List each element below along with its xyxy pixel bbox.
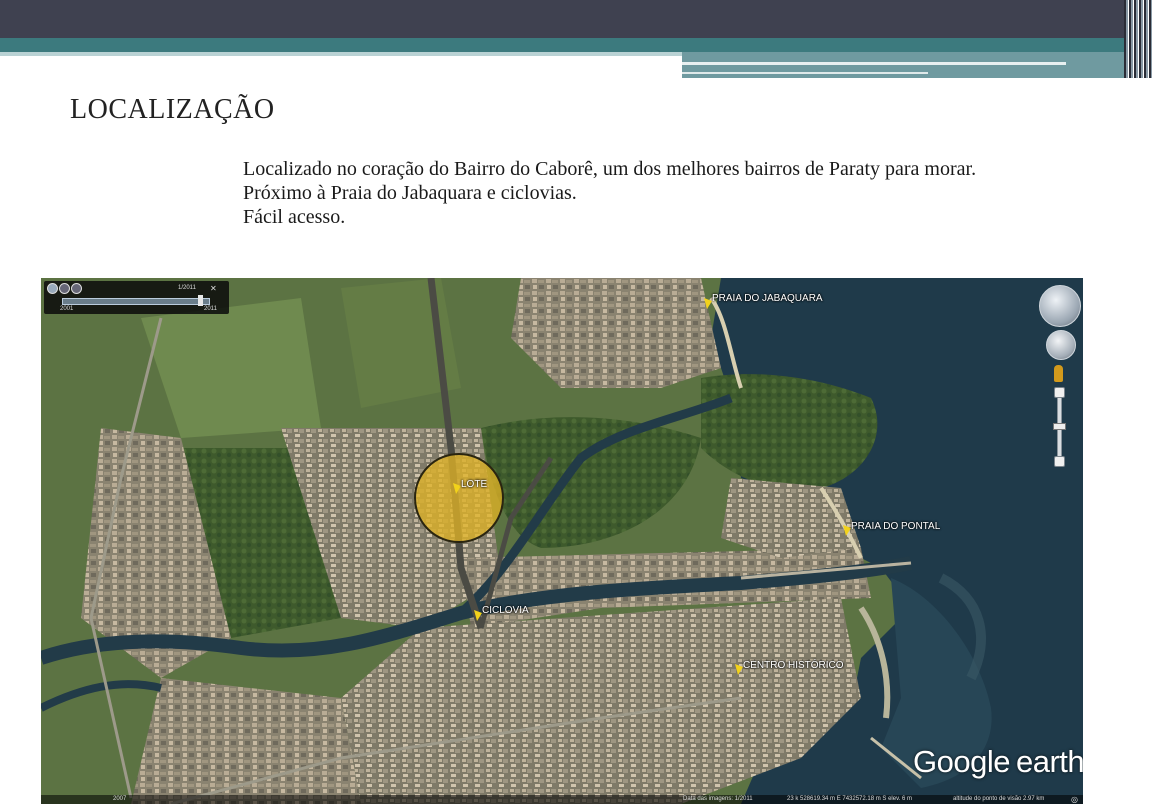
slider-thumb[interactable] (198, 295, 203, 306)
placemark-icon[interactable] (453, 483, 461, 494)
header-stripe (682, 62, 1066, 65)
label-lote[interactable]: LOTE (461, 479, 487, 490)
zoom-out-icon[interactable] (71, 283, 82, 294)
slider-end-year: 2011 (204, 306, 217, 312)
lot-highlight-circle (414, 453, 504, 543)
status-imagery-date: Data das imagens: 1/2011 (683, 796, 753, 802)
placemark-icon[interactable] (843, 525, 851, 536)
compass-icon[interactable] (1039, 285, 1081, 327)
label-ciclovia[interactable]: CICLOVIA (482, 605, 529, 616)
placemark-icon[interactable] (704, 298, 712, 309)
header-right-lines (1124, 0, 1152, 78)
status-year: 2007 (113, 796, 127, 802)
status-bar: 2007 Data das imagens: 1/2011 23 k 52861… (41, 795, 1083, 804)
header-teal-accent (682, 52, 1152, 78)
slide-body: Localizado no coração do Bairro do Cabor… (243, 157, 1093, 229)
zoom-in-icon[interactable] (59, 283, 70, 294)
zoom-knob[interactable] (1053, 423, 1066, 430)
header-teal-band (0, 38, 1152, 52)
brand-earth: earth (1015, 744, 1083, 779)
zoom-out-button[interactable] (1054, 456, 1065, 467)
brand-google: Google (913, 744, 1010, 779)
status-icon: ◎ (1071, 795, 1078, 804)
slide-title: LOCALIZAÇÃO (70, 94, 275, 125)
paragraph-nearby: Próximo à Praia do Jabaquara e ciclovias… (243, 182, 577, 204)
header-stripe-2 (682, 72, 928, 74)
zoom-in-button[interactable] (1054, 387, 1065, 398)
label-centro-historico[interactable]: CENTRO HISTÓRICO (743, 660, 844, 671)
placemark-icon[interactable] (735, 664, 743, 675)
paragraph-access: Fácil acesso. (243, 206, 346, 228)
slider-start-year: 2001 (60, 306, 74, 312)
globe-icon[interactable] (47, 283, 58, 294)
google-earth-logo: Google earth (913, 744, 1083, 780)
historical-imagery-slider[interactable]: 1/2011 ✕ 2001 2011 (44, 281, 229, 314)
pegman-icon[interactable] (1054, 365, 1063, 382)
header-light-line (0, 52, 682, 56)
slider-track[interactable] (62, 298, 210, 305)
close-icon[interactable]: ✕ (210, 284, 217, 293)
status-coords: 23 k 528619.34 m E 7432572.18 m S elev. … (787, 796, 912, 802)
map-imagery (41, 278, 1083, 804)
satellite-map[interactable]: 1/2011 ✕ 2001 2011 PRAIA DO JABAQUARA LO… (41, 278, 1083, 804)
paragraph-location: Localizado no coração do Bairro do Cabor… (243, 158, 977, 180)
look-icon[interactable] (1046, 330, 1076, 360)
label-praia-jabaquara[interactable]: PRAIA DO JABAQUARA (712, 293, 823, 304)
label-praia-pontal[interactable]: PRAIA DO PONTAL (851, 521, 940, 532)
placemark-icon[interactable] (474, 610, 482, 621)
header-bar (0, 0, 1152, 38)
status-eye-alt: altitude do ponto de visão 2.97 km (953, 796, 1045, 802)
slider-date: 1/2011 (178, 285, 196, 291)
